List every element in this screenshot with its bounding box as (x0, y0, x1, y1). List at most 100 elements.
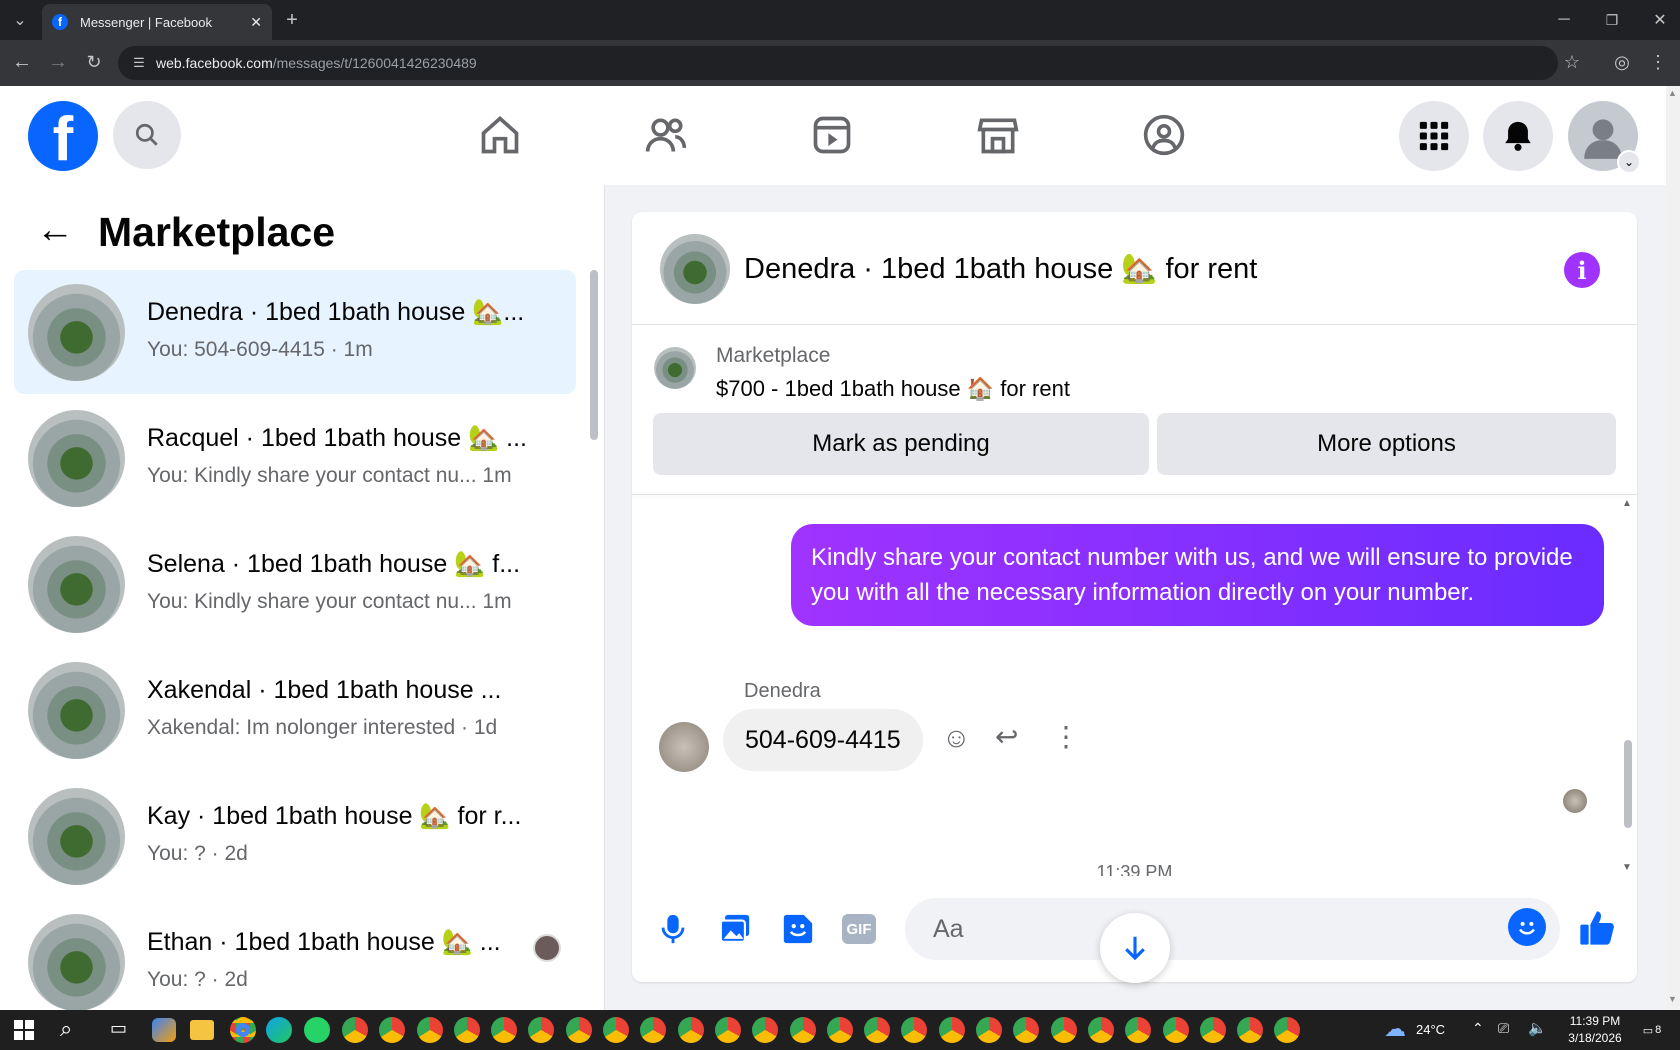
windows-start-icon[interactable] (14, 1020, 34, 1040)
back-arrow-icon[interactable]: ← (36, 209, 74, 252)
chrome-window-icon[interactable] (1199, 1017, 1226, 1043)
chrome-window-icon[interactable] (826, 1017, 853, 1043)
notification-center[interactable]: ▭ 8 (1640, 1020, 1664, 1040)
copilot-app-icon[interactable] (152, 1018, 176, 1042)
photo-icon[interactable] (718, 910, 752, 948)
outgoing-message-bubble[interactable]: Kindly share your contact number with us… (791, 524, 1604, 626)
close-tab-icon[interactable]: ✕ (250, 14, 262, 31)
more-options-button[interactable]: More options (1157, 413, 1616, 475)
profile-icon[interactable]: ◎ (1610, 50, 1634, 74)
chat-header-avatar[interactable] (660, 234, 730, 304)
chrome-window-icon[interactable] (789, 1017, 816, 1043)
like-thumb-icon[interactable] (1577, 908, 1617, 948)
restore-icon[interactable]: ❐ (1598, 8, 1626, 32)
chrome-window-icon[interactable] (1274, 1017, 1301, 1043)
microphone-icon[interactable] (656, 910, 690, 948)
new-tab-icon[interactable]: + (280, 8, 304, 32)
sidebar-scrollbar[interactable] (590, 270, 598, 440)
chrome-window-icon[interactable] (714, 1017, 741, 1043)
whatsapp-app-icon[interactable] (304, 1017, 330, 1043)
chrome-app-icon[interactable] (230, 1017, 256, 1043)
listing-card-thumbnail[interactable] (654, 347, 696, 389)
facebook-logo-icon[interactable]: f (28, 101, 98, 171)
forward-icon[interactable]: → (46, 50, 70, 74)
react-emoji-icon[interactable]: ☺ (942, 722, 971, 754)
chrome-window-icon[interactable] (640, 1017, 667, 1043)
message-input[interactable]: Aa (905, 898, 1560, 960)
site-info-icon[interactable]: ☰ (128, 52, 150, 74)
incoming-message-bubble[interactable]: 504-609-4415 (723, 709, 923, 771)
chrome-window-icon[interactable] (1013, 1017, 1040, 1043)
gif-button[interactable]: GIF (842, 914, 876, 944)
chrome-window-icon[interactable] (491, 1017, 518, 1043)
video-icon[interactable] (810, 112, 854, 158)
chrome-window-icon[interactable] (1237, 1017, 1264, 1043)
weather-temp[interactable]: 24°C (1416, 1022, 1445, 1037)
scroll-down-arrow-icon[interactable]: ▼ (1622, 862, 1632, 873)
reply-icon[interactable]: ↩ (995, 720, 1018, 753)
chrome-window-icon[interactable] (677, 1017, 704, 1043)
conversation-item[interactable]: Denedra · 1bed 1bath house 🏡... You: 504… (14, 270, 576, 394)
scroll-up-arrow-icon[interactable]: ▲ (1622, 498, 1632, 509)
chrome-window-icon[interactable] (416, 1017, 443, 1043)
emoji-button[interactable] (1508, 908, 1546, 946)
task-view-icon[interactable]: ▭ (110, 1018, 127, 1039)
notifications-button[interactable] (1483, 101, 1553, 171)
sender-avatar[interactable] (659, 722, 709, 772)
chrome-window-icon[interactable] (976, 1017, 1003, 1043)
conversation-item[interactable]: Xakendal · 1bed 1bath house ... Xakendal… (14, 648, 576, 772)
edge-app-icon[interactable] (266, 1017, 292, 1043)
network-icon[interactable]: ⎚ (1498, 1020, 1509, 1037)
tray-chevron-icon[interactable]: ⌃ (1472, 1020, 1484, 1037)
taskbar-search-icon[interactable]: ⌕ (60, 1016, 72, 1042)
clock[interactable]: 11:39 PM 3/18/2026 (1560, 1013, 1630, 1047)
chrome-window-icon[interactable] (938, 1017, 965, 1043)
account-chevron-icon[interactable]: ⌄ (1617, 150, 1641, 174)
friends-icon[interactable] (644, 112, 688, 158)
back-icon[interactable]: ← (10, 50, 34, 74)
conversation-item[interactable]: Selena · 1bed 1bath house 🏡 f... You: Ki… (14, 522, 576, 646)
reload-icon[interactable]: ↻ (82, 50, 106, 74)
search-button[interactable] (113, 101, 181, 169)
conversation-item[interactable]: Ethan · 1bed 1bath house 🏡 ... You: ? · … (14, 900, 576, 1024)
file-explorer-icon[interactable] (190, 1020, 214, 1040)
tab-search-icon[interactable]: ⌄ (8, 8, 32, 32)
mark-as-pending-button[interactable]: Mark as pending (653, 413, 1149, 475)
chrome-window-icon[interactable] (1125, 1017, 1152, 1043)
chrome-window-icon[interactable] (864, 1017, 891, 1043)
info-button[interactable]: i (1564, 252, 1600, 288)
chrome-window-icon[interactable] (528, 1017, 555, 1043)
browser-tab[interactable]: f Messenger | Facebook ✕ (42, 4, 272, 40)
chrome-window-icon[interactable] (342, 1017, 368, 1043)
chrome-window-icon[interactable] (1050, 1017, 1077, 1043)
volume-icon[interactable]: 🔈 (1528, 1019, 1547, 1037)
scroll-to-bottom-button[interactable] (1100, 913, 1170, 983)
browser-menu-icon[interactable]: ⋮ (1646, 50, 1670, 74)
listing-title[interactable]: $700 - 1bed 1bath house 🏠 for rent (716, 376, 1070, 402)
url-bar[interactable]: ☰ web.facebook.com/messages/t/1260041426… (118, 46, 1558, 80)
more-actions-icon[interactable]: ⋮ (1052, 720, 1080, 753)
chrome-window-icon[interactable] (752, 1017, 779, 1043)
page-scroll-down-icon[interactable]: ▼ (1668, 994, 1677, 1004)
chrome-window-icon[interactable] (603, 1017, 630, 1043)
chat-header-title[interactable]: Denedra · 1bed 1bath house 🏡 for rent (744, 252, 1257, 286)
weather-icon[interactable]: ☁ (1384, 1016, 1406, 1042)
conversation-item[interactable]: Racquel · 1bed 1bath house 🏡 ... You: Ki… (14, 396, 576, 520)
groups-icon[interactable] (1142, 112, 1186, 158)
marketplace-icon[interactable] (976, 112, 1020, 158)
conversation-item[interactable]: Kay · 1bed 1bath house 🏡 for r... You: ?… (14, 774, 576, 898)
chrome-window-icon[interactable] (565, 1017, 592, 1043)
page-scrollbar[interactable]: ▲ ▼ (1666, 86, 1680, 1010)
chrome-window-icon[interactable] (453, 1017, 480, 1043)
page-scroll-up-icon[interactable]: ▲ (1668, 88, 1677, 98)
menu-button[interactable] (1399, 101, 1469, 171)
home-icon[interactable] (478, 112, 522, 158)
minimize-icon[interactable]: ─ (1550, 8, 1578, 32)
bookmark-star-icon[interactable]: ☆ (1560, 50, 1584, 74)
chrome-window-icon[interactable] (1162, 1017, 1189, 1043)
chrome-window-icon[interactable] (1087, 1017, 1114, 1043)
sticker-icon[interactable] (781, 910, 815, 948)
messages-scrollbar[interactable] (1624, 740, 1632, 828)
chrome-window-icon[interactable] (379, 1017, 406, 1043)
chrome-window-icon[interactable] (901, 1017, 928, 1043)
